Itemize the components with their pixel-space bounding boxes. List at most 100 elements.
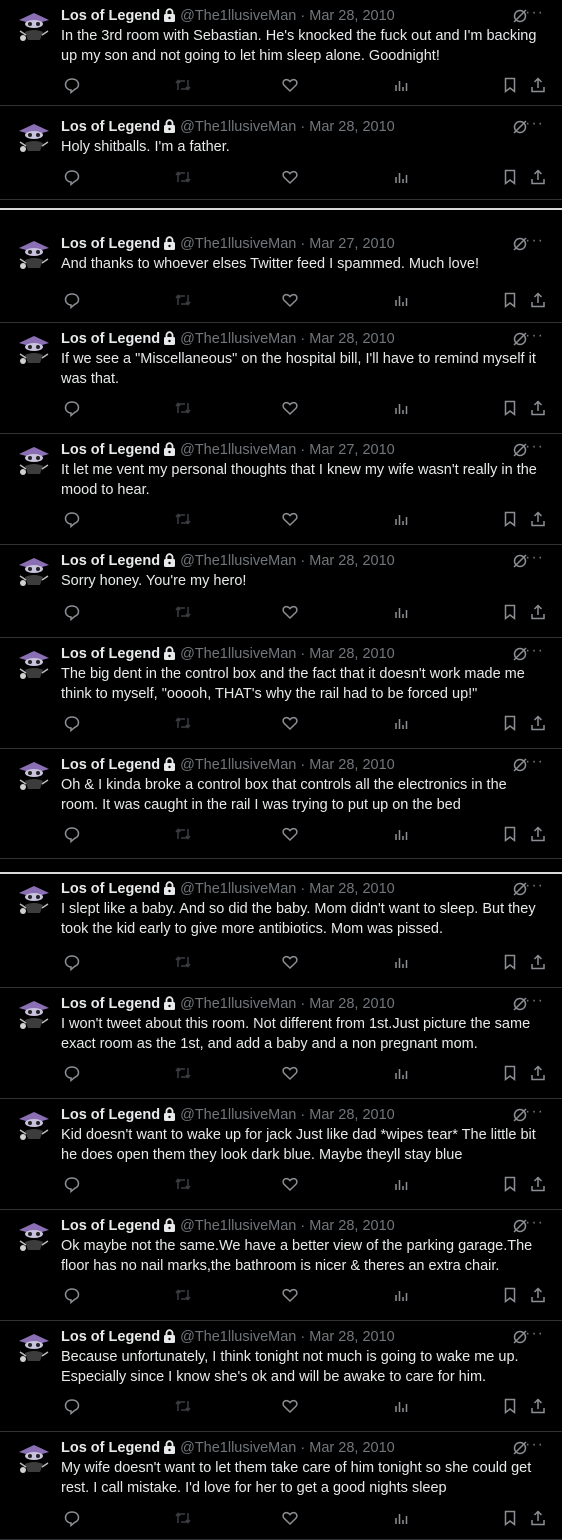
- tweet-date[interactable]: Mar 28, 2010: [309, 646, 394, 662]
- avatar[interactable]: [16, 1218, 52, 1254]
- retweet-icon[interactable]: [174, 168, 192, 186]
- like-icon[interactable]: [281, 825, 299, 843]
- author-handle[interactable]: @The1llusiveMan: [180, 757, 296, 773]
- tweet-card[interactable]: Los of Legend @The1llusiveMan · Mar 28, 2…: [0, 1210, 562, 1321]
- reply-icon[interactable]: [63, 714, 81, 732]
- tweet-date[interactable]: Mar 28, 2010: [309, 1107, 394, 1123]
- views-icon[interactable]: [392, 825, 410, 843]
- share-icon[interactable]: [529, 291, 547, 309]
- views-icon[interactable]: [392, 399, 410, 417]
- share-icon[interactable]: [529, 1509, 547, 1527]
- author-name[interactable]: Los of Legend: [61, 1107, 160, 1123]
- share-icon[interactable]: [529, 168, 547, 186]
- retweet-icon[interactable]: [174, 953, 192, 971]
- bookmark-icon[interactable]: [501, 953, 519, 971]
- reply-icon[interactable]: [63, 399, 81, 417]
- share-icon[interactable]: [529, 1175, 547, 1193]
- share-icon[interactable]: [529, 953, 547, 971]
- author-name[interactable]: Los of Legend: [61, 1440, 160, 1456]
- views-icon[interactable]: [392, 510, 410, 528]
- bookmark-icon[interactable]: [501, 510, 519, 528]
- like-icon[interactable]: [281, 399, 299, 417]
- like-icon[interactable]: [281, 1286, 299, 1304]
- like-icon[interactable]: [281, 76, 299, 94]
- reply-icon[interactable]: [63, 1064, 81, 1082]
- more-icon[interactable]: ···: [525, 643, 544, 659]
- tweet-card[interactable]: Los of Legend @The1llusiveMan · Mar 28, 2…: [0, 1321, 562, 1432]
- tweet-date[interactable]: Mar 28, 2010: [309, 996, 394, 1012]
- share-icon[interactable]: [529, 1064, 547, 1082]
- author-handle[interactable]: @The1llusiveMan: [180, 331, 296, 347]
- more-icon[interactable]: ···: [525, 233, 544, 249]
- retweet-icon[interactable]: [174, 76, 192, 94]
- views-icon[interactable]: [392, 1509, 410, 1527]
- views-icon[interactable]: [392, 603, 410, 621]
- views-icon[interactable]: [392, 714, 410, 732]
- like-icon[interactable]: [281, 1175, 299, 1193]
- retweet-icon[interactable]: [174, 510, 192, 528]
- author-name[interactable]: Los of Legend: [61, 8, 160, 24]
- like-icon[interactable]: [281, 603, 299, 621]
- author-handle[interactable]: @The1llusiveMan: [180, 553, 296, 569]
- like-icon[interactable]: [281, 291, 299, 309]
- tweet-date[interactable]: Mar 28, 2010: [309, 1329, 394, 1345]
- retweet-icon[interactable]: [174, 1509, 192, 1527]
- bookmark-icon[interactable]: [501, 1286, 519, 1304]
- retweet-icon[interactable]: [174, 714, 192, 732]
- tweet-date[interactable]: Mar 27, 2010: [309, 442, 394, 458]
- like-icon[interactable]: [281, 953, 299, 971]
- author-name[interactable]: Los of Legend: [61, 553, 160, 569]
- reply-icon[interactable]: [63, 1397, 81, 1415]
- avatar[interactable]: [16, 8, 52, 44]
- avatar[interactable]: [16, 236, 52, 272]
- reply-icon[interactable]: [63, 291, 81, 309]
- more-icon[interactable]: ···: [525, 1437, 544, 1453]
- like-icon[interactable]: [281, 714, 299, 732]
- share-icon[interactable]: [529, 1397, 547, 1415]
- tweet-date[interactable]: Mar 28, 2010: [309, 1218, 394, 1234]
- tweet-date[interactable]: Mar 28, 2010: [309, 331, 394, 347]
- views-icon[interactable]: [392, 1397, 410, 1415]
- reply-icon[interactable]: [63, 953, 81, 971]
- author-handle[interactable]: @The1llusiveMan: [180, 119, 296, 135]
- reply-icon[interactable]: [63, 1509, 81, 1527]
- retweet-icon[interactable]: [174, 291, 192, 309]
- retweet-icon[interactable]: [174, 603, 192, 621]
- tweet-date[interactable]: Mar 28, 2010: [309, 1440, 394, 1456]
- avatar[interactable]: [16, 119, 52, 155]
- tweet-date[interactable]: Mar 28, 2010: [309, 881, 394, 897]
- like-icon[interactable]: [281, 1064, 299, 1082]
- avatar[interactable]: [16, 996, 52, 1032]
- author-handle[interactable]: @The1llusiveMan: [180, 1329, 296, 1345]
- author-name[interactable]: Los of Legend: [61, 236, 160, 252]
- tweet-date[interactable]: Mar 28, 2010: [309, 553, 394, 569]
- tweet-card[interactable]: Los of Legend @The1llusiveMan · Mar 28, 2…: [0, 111, 562, 200]
- author-handle[interactable]: @The1llusiveMan: [180, 8, 296, 24]
- bookmark-icon[interactable]: [501, 168, 519, 186]
- author-handle[interactable]: @The1llusiveMan: [180, 236, 296, 252]
- like-icon[interactable]: [281, 510, 299, 528]
- more-icon[interactable]: ···: [525, 878, 544, 894]
- author-name[interactable]: Los of Legend: [61, 119, 160, 135]
- avatar[interactable]: [16, 553, 52, 589]
- retweet-icon[interactable]: [174, 1064, 192, 1082]
- tweet-date[interactable]: Mar 28, 2010: [309, 8, 394, 24]
- share-icon[interactable]: [529, 1286, 547, 1304]
- tweet-card[interactable]: Los of Legend @The1llusiveMan · Mar 28, 2…: [0, 873, 562, 988]
- bookmark-icon[interactable]: [501, 1175, 519, 1193]
- like-icon[interactable]: [281, 1397, 299, 1415]
- more-icon[interactable]: ···: [525, 1215, 544, 1231]
- bookmark-icon[interactable]: [501, 714, 519, 732]
- author-handle[interactable]: @The1llusiveMan: [180, 1218, 296, 1234]
- tweet-date[interactable]: Mar 28, 2010: [309, 757, 394, 773]
- bookmark-icon[interactable]: [501, 291, 519, 309]
- avatar[interactable]: [16, 1440, 52, 1476]
- tweet-date[interactable]: Mar 28, 2010: [309, 119, 394, 135]
- bookmark-icon[interactable]: [501, 1397, 519, 1415]
- reply-icon[interactable]: [63, 1175, 81, 1193]
- retweet-icon[interactable]: [174, 1175, 192, 1193]
- retweet-icon[interactable]: [174, 1286, 192, 1304]
- views-icon[interactable]: [392, 168, 410, 186]
- tweet-card[interactable]: Los of Legend @The1llusiveMan · Mar 28, 2…: [0, 749, 562, 859]
- more-icon[interactable]: ···: [525, 116, 544, 132]
